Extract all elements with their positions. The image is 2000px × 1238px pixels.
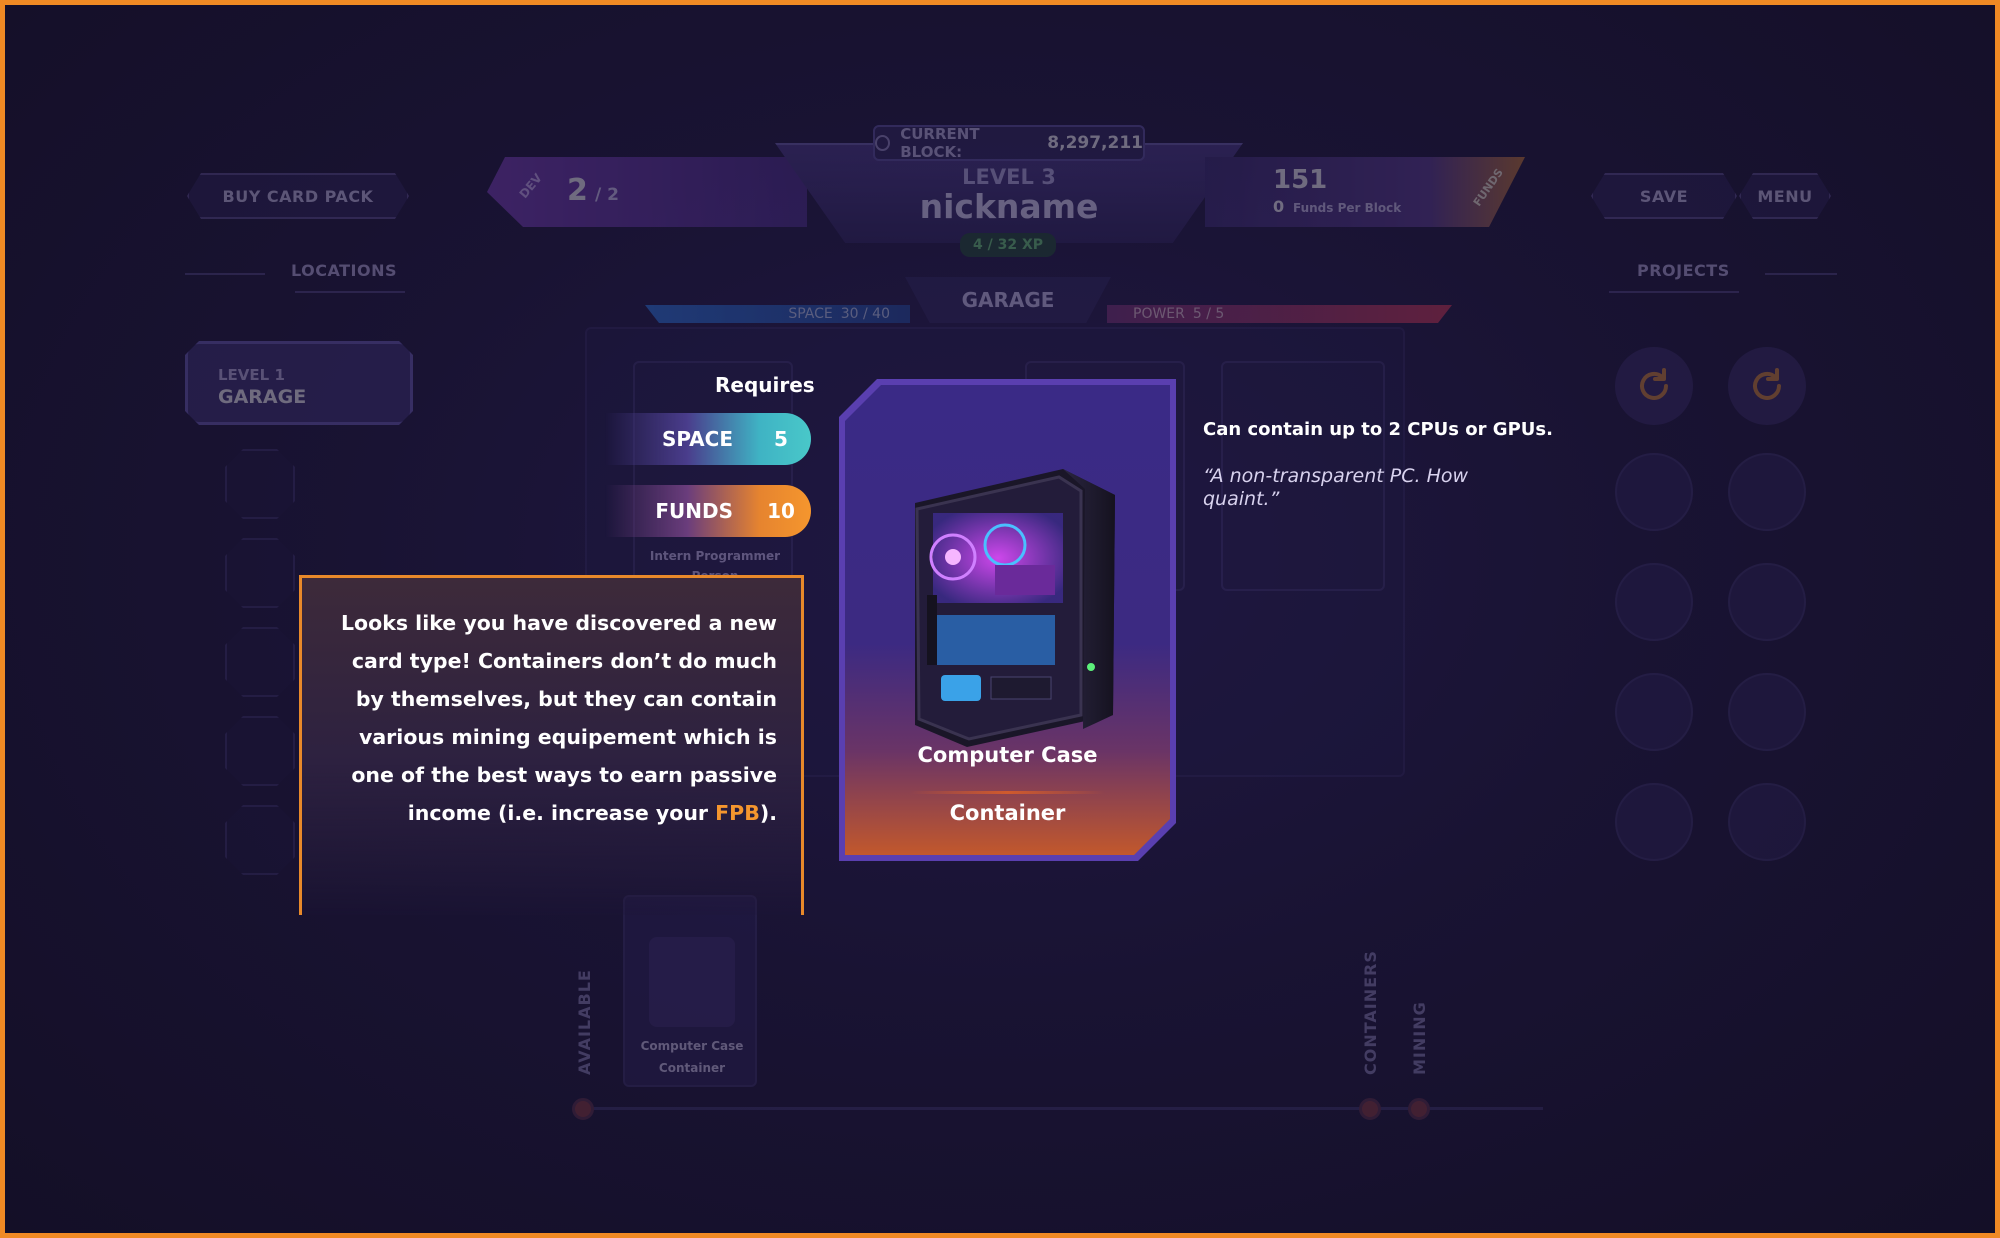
tooltip-highlight: FPB xyxy=(715,801,760,825)
card-name: Computer Case xyxy=(917,743,1098,767)
project-slot[interactable] xyxy=(1615,453,1693,531)
projects-title-line xyxy=(1765,273,1837,275)
requires-label: Requires xyxy=(715,373,815,397)
available-label[interactable]: AVAILABLE xyxy=(575,969,594,1075)
hand-card-name: Computer Case xyxy=(640,1039,744,1053)
available-dot[interactable] xyxy=(572,1098,594,1120)
block-icon xyxy=(875,135,891,151)
project-slot[interactable] xyxy=(1728,783,1806,861)
card-type: Container xyxy=(949,801,1066,825)
location-slot[interactable] xyxy=(225,716,295,786)
menu-button[interactable]: MENU xyxy=(1739,173,1831,219)
locations-title-underline xyxy=(295,291,405,293)
dev-total: / 2 xyxy=(595,185,619,205)
location-name: GARAGE xyxy=(218,386,307,408)
space-req-value: 5 xyxy=(774,427,788,451)
level-label: LEVEL 3 xyxy=(962,165,1056,189)
dev-label: DEV xyxy=(516,170,545,202)
reload-icon xyxy=(1640,368,1668,400)
project-slot[interactable] xyxy=(1615,563,1693,641)
funds-panel: 151 0 Funds Per Block FUNDS xyxy=(1205,157,1525,227)
current-block-value: 8,297,211 xyxy=(1047,133,1143,153)
project-slot[interactable] xyxy=(1728,453,1806,531)
project-slot[interactable] xyxy=(1615,673,1693,751)
mining-dot[interactable] xyxy=(1408,1098,1430,1120)
location-level: LEVEL 1 xyxy=(218,366,285,384)
space-bar-value: 30 / 40 xyxy=(840,306,890,322)
hand-card[interactable]: Computer Case Container xyxy=(623,895,757,1087)
project-slot[interactable] xyxy=(1728,673,1806,751)
power-bar-label: POWER xyxy=(1133,306,1185,322)
card-description: Can contain up to 2 CPUs or GPUs. xyxy=(1203,419,1553,440)
project-slot[interactable] xyxy=(1728,563,1806,641)
computer-case-icon xyxy=(845,385,1170,855)
buy-card-pack-button[interactable]: BUY CARD PACK xyxy=(187,173,409,219)
dev-count: 2 xyxy=(567,173,588,208)
hand-card-image xyxy=(649,937,735,1027)
projects-title-underline xyxy=(1609,291,1739,293)
current-block-pill: CURRENT BLOCK: 8,297,211 xyxy=(873,125,1145,161)
space-bar-label: SPACE xyxy=(788,306,833,322)
location-slot[interactable] xyxy=(225,805,295,875)
timeline xyxy=(583,1107,1543,1110)
location-slot[interactable] xyxy=(225,627,295,697)
space-req-label: SPACE xyxy=(661,427,733,451)
game-frame: BUY CARD PACK SAVE MENU DEV 2 / 2 LEVEL … xyxy=(0,0,2000,1238)
tooltip-text-end: ). xyxy=(759,801,777,825)
locations-title: LOCATIONS xyxy=(291,261,397,280)
card-flavor-text: “A non-transparent PC. How quaint.” xyxy=(1203,465,1469,510)
tutorial-tooltip: Looks like you have discovered a new car… xyxy=(299,575,804,915)
fpb-label: Funds Per Block xyxy=(1293,201,1402,215)
containers-dot[interactable] xyxy=(1359,1098,1381,1120)
xp-pill: 4 / 32 XP xyxy=(960,233,1056,257)
space-requirement: SPACE 5 xyxy=(605,413,811,465)
power-bar: POWER 5 / 5 xyxy=(1107,305,1452,323)
power-bar-value: 5 / 5 xyxy=(1192,306,1225,322)
card-divider xyxy=(910,791,1105,794)
location-slot[interactable] xyxy=(225,538,295,608)
funds-requirement: FUNDS 10 xyxy=(605,485,811,537)
current-block-label: CURRENT BLOCK: xyxy=(900,125,980,161)
garage-tab[interactable]: GARAGE xyxy=(905,277,1111,323)
dev-panel: DEV 2 / 2 xyxy=(487,157,807,227)
project-reload-button[interactable] xyxy=(1728,347,1806,425)
locations-title-line xyxy=(185,273,265,275)
nickname: nickname xyxy=(919,187,1099,226)
save-button[interactable]: SAVE xyxy=(1591,173,1737,219)
funds-tag: FUNDS xyxy=(1470,166,1506,209)
funds-value: 151 xyxy=(1273,165,1328,195)
location-garage[interactable]: LEVEL 1 GARAGE xyxy=(185,341,413,425)
containers-label[interactable]: CONTAINERS xyxy=(1361,950,1380,1075)
projects-title: PROJECTS xyxy=(1637,261,1730,280)
tooltip-text: Looks like you have discovered a new car… xyxy=(340,611,777,825)
computer-case-card[interactable] xyxy=(845,385,1170,855)
space-bar: SPACE 30 / 40 xyxy=(645,305,910,323)
project-slot[interactable] xyxy=(1615,783,1693,861)
reload-icon xyxy=(1753,368,1781,400)
project-reload-button[interactable] xyxy=(1615,347,1693,425)
hand-card-type: Container xyxy=(658,1061,726,1075)
funds-req-label: FUNDS xyxy=(655,499,733,523)
funds-req-value: 10 xyxy=(767,499,795,523)
mining-label[interactable]: MINING xyxy=(1410,1001,1429,1075)
employee-card-name: Intern Programmer xyxy=(649,549,781,563)
location-slot[interactable] xyxy=(225,449,295,519)
fpb-value: 0 xyxy=(1273,197,1285,216)
